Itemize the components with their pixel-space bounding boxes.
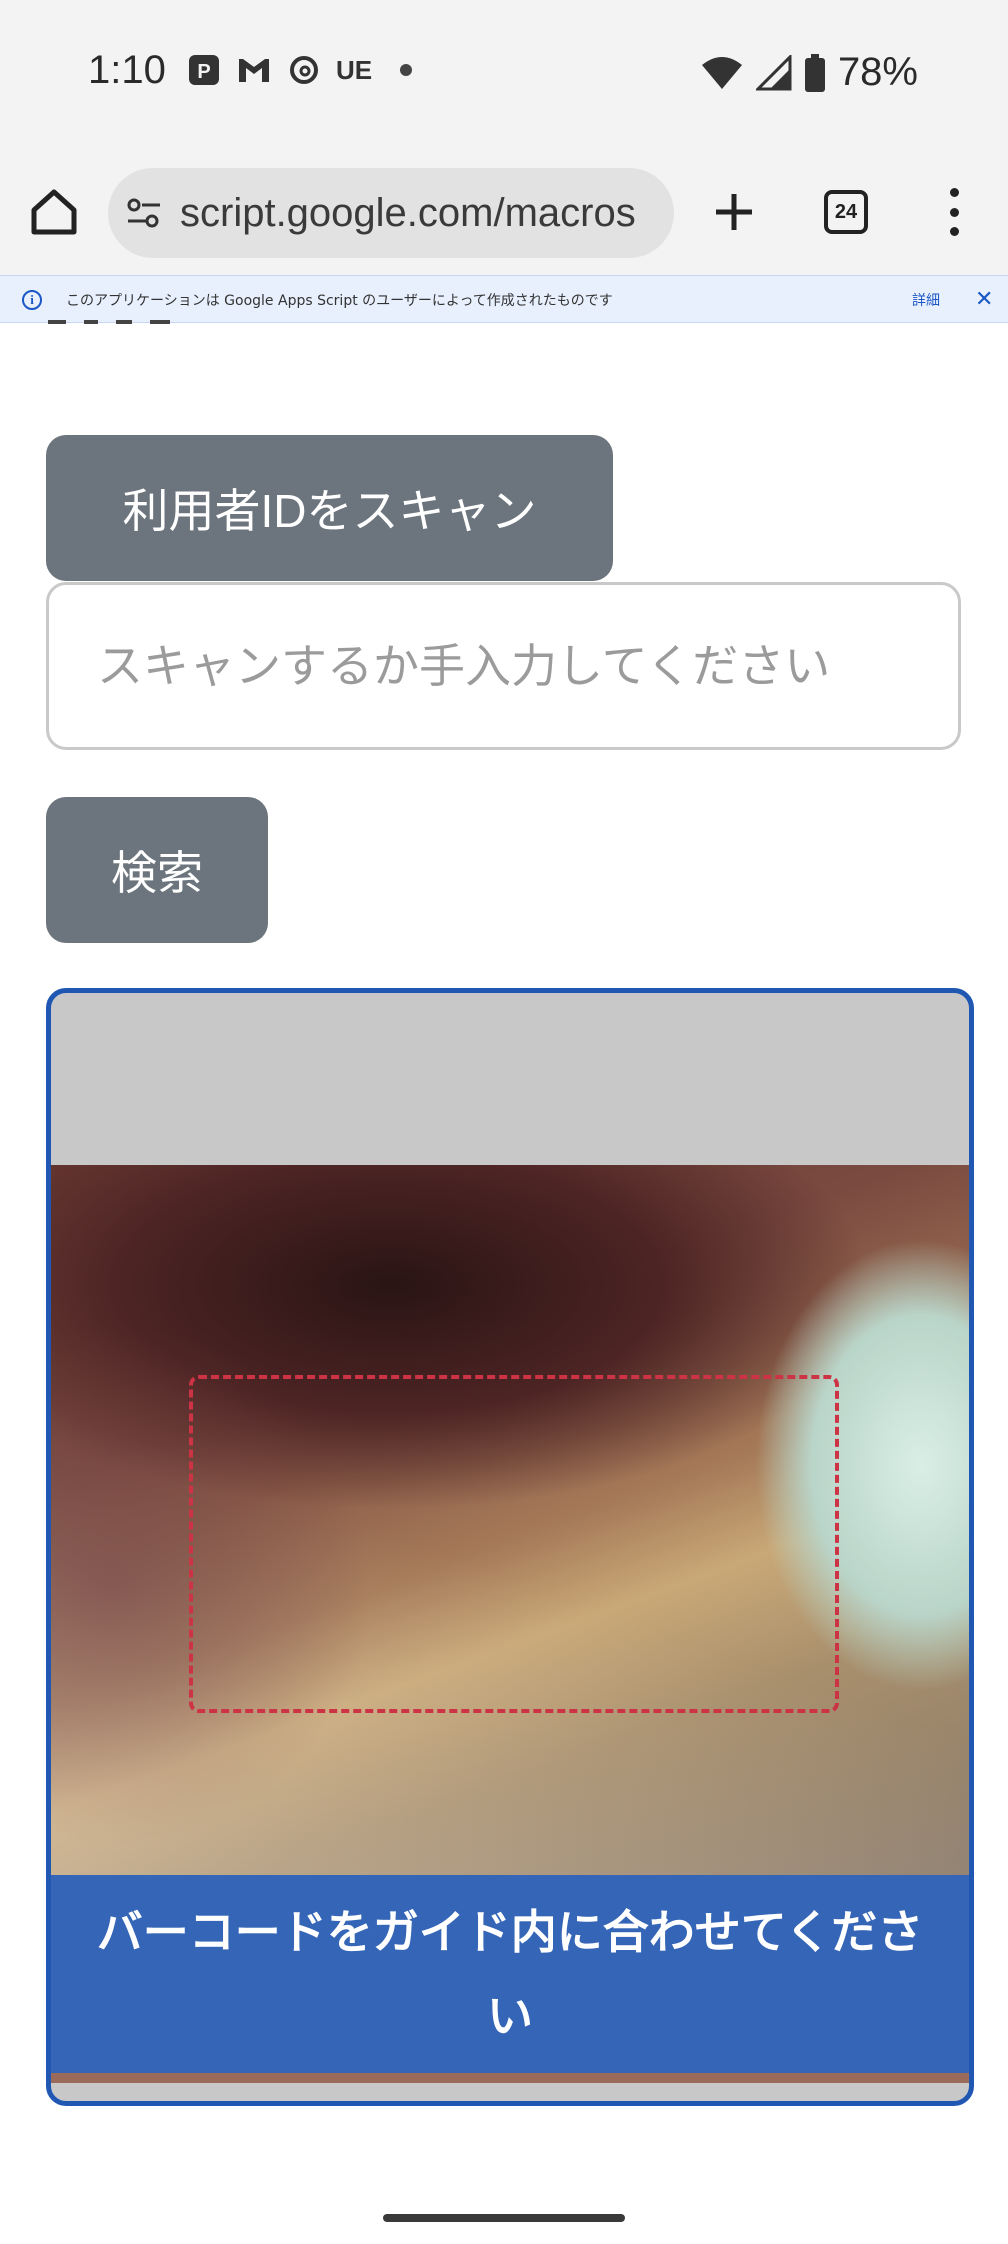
home-indicator[interactable] [383, 2214, 625, 2222]
tab-switcher-button[interactable]: 24 [824, 190, 868, 234]
system-icons: 78% [700, 50, 918, 95]
scrolled-heading-remnant [48, 318, 208, 328]
gmail-icon [236, 52, 272, 88]
banner-details-link[interactable]: 詳細 [912, 290, 940, 310]
scan-guide-frame [189, 1375, 839, 1713]
site-settings-icon[interactable] [124, 193, 164, 233]
wifi-icon [701, 56, 742, 89]
more-menu-icon[interactable] [946, 188, 962, 236]
status-time: 1:10 [88, 48, 166, 92]
battery-percent: 78% [837, 50, 918, 94]
info-icon: i [22, 290, 42, 310]
scan-user-id-button[interactable]: 利用者IDをスキャン [46, 435, 613, 581]
threads-icon [286, 52, 322, 88]
notification-icons: P UE [186, 52, 412, 88]
paypay-icon: P [186, 52, 222, 88]
battery-icon [804, 53, 825, 92]
search-button[interactable]: 検索 [46, 797, 268, 943]
scan-instruction: バーコードをガイド内に合わせてください [51, 1875, 969, 2073]
apps-script-banner: i このアプリケーションは Google Apps Script のユーザーによ… [0, 275, 1008, 323]
browser-toolbar: script.google.com/macros 24 [0, 150, 1008, 275]
status-bar: 1:10 P UE 78% [0, 0, 1008, 150]
ue-icon: UE [335, 54, 373, 85]
camera-preview [51, 1165, 969, 1875]
dot-icon [400, 64, 412, 76]
home-icon[interactable] [26, 184, 82, 240]
banner-text: このアプリケーションは Google Apps Script のユーザーによって… [66, 293, 613, 309]
close-icon[interactable]: ✕ [975, 286, 993, 312]
url-bar[interactable]: script.google.com/macros [108, 168, 674, 258]
signal-icon [755, 54, 792, 90]
new-tab-icon[interactable] [708, 186, 760, 238]
svg-text:P: P [197, 61, 210, 83]
url-text[interactable]: script.google.com/macros [180, 191, 636, 236]
user-id-input[interactable] [46, 582, 961, 750]
barcode-scanner: バーコードをガイド内に合わせてください [46, 988, 974, 2106]
